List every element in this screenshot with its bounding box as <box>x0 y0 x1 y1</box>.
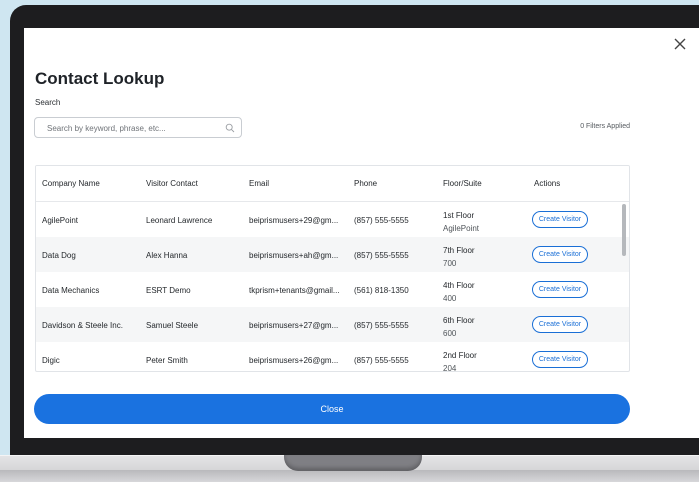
phone: (857) 555-5555 <box>354 321 409 330</box>
floor: 4th Floor <box>443 281 475 290</box>
visitor-contact: Peter Smith <box>146 356 188 365</box>
create-visitor-button[interactable]: Create Visitor <box>532 316 588 333</box>
suite: 204 <box>443 364 457 372</box>
search-field[interactable] <box>34 117 242 138</box>
suite: 600 <box>443 329 457 338</box>
table-row[interactable]: Digic Peter Smith beiprismusers+26@gm...… <box>36 342 629 372</box>
close-icon[interactable] <box>673 37 687 51</box>
company-name: Data Dog <box>42 251 76 260</box>
create-visitor-button[interactable]: Create Visitor <box>532 351 588 368</box>
floor: 6th Floor <box>443 316 475 325</box>
column-header-floor: Floor/Suite <box>443 179 482 188</box>
floor: 2nd Floor <box>443 351 477 360</box>
filters-applied-count: 0 Filters Applied <box>580 123 630 130</box>
visitor-contact: Samuel Steele <box>146 321 199 330</box>
search-input[interactable] <box>47 122 217 134</box>
column-header-company: Company Name <box>42 179 100 188</box>
email: tkprism+tenants@gmail... <box>249 286 340 295</box>
company-name: AgilePoint <box>42 216 79 225</box>
suite: 700 <box>443 259 457 268</box>
floor-suite: 4th Floor 400 <box>443 279 475 305</box>
contacts-table: Company Name Visitor Contact Email Phone… <box>35 165 630 372</box>
email: beiprismusers+29@gm... <box>249 216 339 225</box>
laptop-base-edge <box>0 470 699 482</box>
table-row[interactable]: AgilePoint Leonard Lawrence beiprismuser… <box>36 202 629 237</box>
table-row[interactable]: Data Mechanics ESRT Demo tkprism+tenants… <box>36 272 629 307</box>
floor: 1st Floor <box>443 211 475 220</box>
column-header-email: Email <box>249 179 270 188</box>
floor-suite: 1st Floor AgilePoint <box>443 209 479 235</box>
phone: (857) 555-5555 <box>354 216 409 225</box>
create-visitor-button[interactable]: Create Visitor <box>532 246 588 263</box>
phone: (857) 555-5555 <box>354 356 409 365</box>
contact-lookup-modal: Contact Lookup Search 0 Filters Applied … <box>24 28 699 438</box>
table-row[interactable]: Davidson & Steele Inc. Samuel Steele bei… <box>36 307 629 342</box>
email: beiprismusers+ah@gm... <box>249 251 339 260</box>
column-header-contact: Visitor Contact <box>146 179 198 188</box>
create-visitor-button[interactable]: Create Visitor <box>532 281 588 298</box>
close-button[interactable]: Close <box>34 394 630 424</box>
column-header-phone: Phone <box>354 179 378 188</box>
page-title: Contact Lookup <box>35 69 165 88</box>
column-header-actions: Actions <box>534 179 561 188</box>
company-name: Davidson & Steele Inc. <box>42 321 123 330</box>
scrollbar-thumb[interactable] <box>622 204 626 256</box>
visitor-contact: Leonard Lawrence <box>146 216 213 225</box>
laptop-notch <box>284 455 422 471</box>
email: beiprismusers+27@gm... <box>249 321 339 330</box>
phone: (857) 555-5555 <box>354 251 409 260</box>
table-header: Company Name Visitor Contact Email Phone… <box>36 166 629 202</box>
visitor-contact: Alex Hanna <box>146 251 188 260</box>
search-label: Search <box>35 98 61 107</box>
email: beiprismusers+26@gm... <box>249 356 339 365</box>
table-row[interactable]: Data Dog Alex Hanna beiprismusers+ah@gm.… <box>36 237 629 272</box>
company-name: Data Mechanics <box>42 286 100 295</box>
floor-suite: 6th Floor 600 <box>443 314 475 340</box>
search-icon[interactable] <box>225 123 235 133</box>
suite: 400 <box>443 294 457 303</box>
visitor-contact: ESRT Demo <box>146 286 191 295</box>
floor-suite: 7th Floor 700 <box>443 244 475 270</box>
company-name: Digic <box>42 356 60 365</box>
phone: (561) 818-1350 <box>354 286 409 295</box>
create-visitor-button[interactable]: Create Visitor <box>532 211 588 228</box>
floor: 7th Floor <box>443 246 475 255</box>
table-scrollbar[interactable] <box>622 204 626 369</box>
floor-suite: 2nd Floor 204 <box>443 349 477 372</box>
suite: AgilePoint <box>443 224 480 233</box>
